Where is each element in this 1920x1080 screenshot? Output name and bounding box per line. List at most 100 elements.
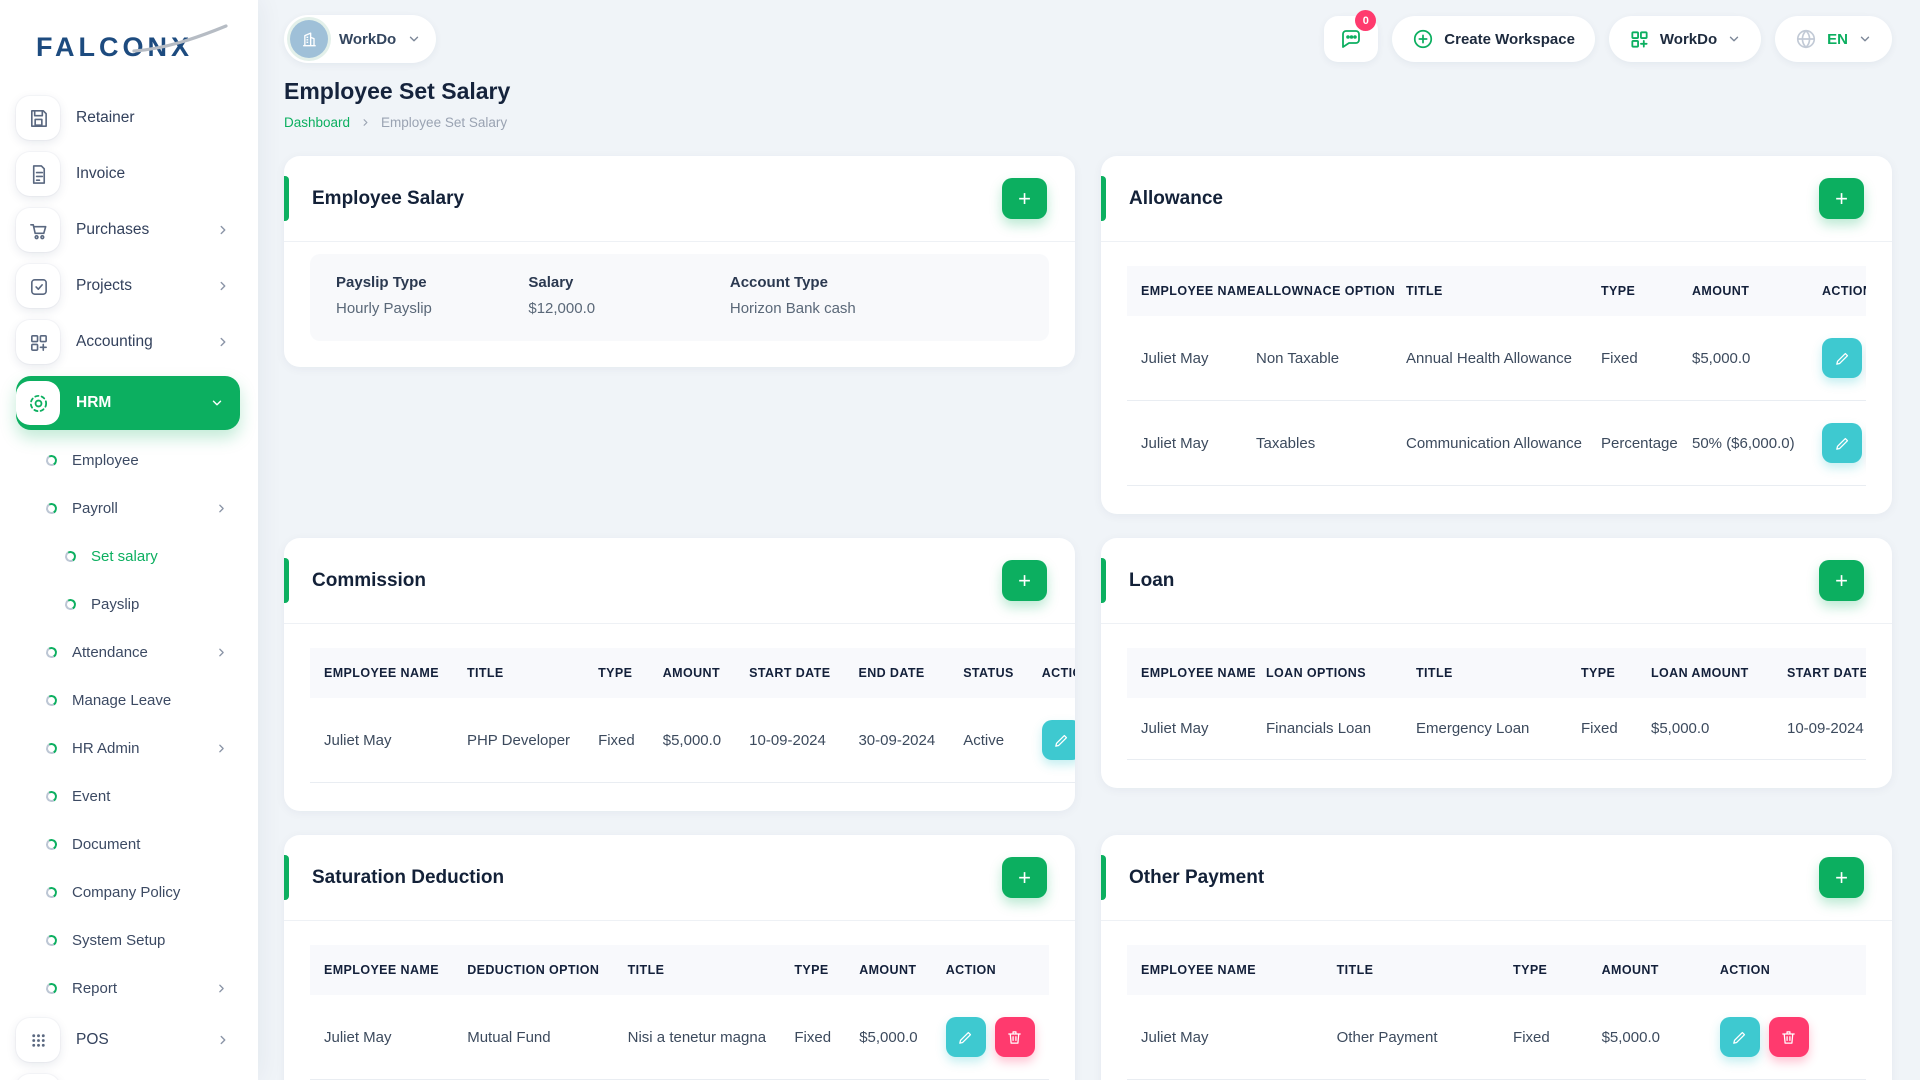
- edit-button[interactable]: [1720, 1017, 1760, 1057]
- sidebar-item-invoice[interactable]: Invoice: [16, 152, 240, 196]
- breadcrumb-dashboard-link[interactable]: Dashboard: [284, 115, 350, 130]
- table-header-row: EMPLOYEE NAME LOAN OPTIONS TITLE TYPE LO…: [1127, 648, 1866, 698]
- language-selector[interactable]: EN: [1775, 16, 1892, 62]
- table-row: Juliet May Financials Loan Emergency Loa…: [1127, 698, 1866, 760]
- sidebar-item-company-policy[interactable]: Company Policy: [16, 874, 240, 910]
- type-cell: Fixed: [584, 698, 649, 783]
- loan-table: EMPLOYEE NAME LOAN OPTIONS TITLE TYPE LO…: [1127, 648, 1866, 760]
- workdo-menu-button[interactable]: WorkDo: [1609, 16, 1761, 62]
- chevron-right-icon: [215, 742, 228, 755]
- sidebar-item-label: Retainer: [76, 109, 135, 127]
- brand-logo[interactable]: FALCONX: [36, 32, 226, 72]
- sidebar-nav: Retainer Invoice Purchases Projects: [0, 72, 258, 1080]
- bullet-icon: [64, 597, 77, 610]
- sidebar-item-event[interactable]: Event: [16, 778, 240, 814]
- sidebar-item-manage-leave[interactable]: Manage Leave: [16, 682, 240, 718]
- amount-cell: $5,000.0: [1588, 995, 1706, 1080]
- amount-cell: 50% ($6,000.0): [1678, 401, 1808, 486]
- amount-cell: $5,000.0: [1678, 316, 1808, 401]
- other-payment-table: EMPLOYEE NAME TITLE TYPE AMOUNT ACTION J…: [1127, 945, 1866, 1080]
- bullet-icon: [45, 789, 58, 802]
- sidebar-item-projects[interactable]: Projects: [16, 264, 240, 308]
- column-header: ACTION: [1028, 648, 1075, 698]
- column-header: TITLE: [614, 945, 781, 995]
- sidebar-item-attendance[interactable]: Attendance: [16, 634, 240, 670]
- sidebar-item-label: Employee: [72, 452, 139, 469]
- sidebar-item-payroll[interactable]: Payroll: [16, 490, 240, 526]
- column-header: EMPLOYEE NAME: [1127, 945, 1323, 995]
- sidebar-item-label: POS: [76, 1031, 109, 1049]
- employee-salary-card-header: Employee Salary +: [284, 156, 1075, 242]
- chevron-down-icon: [1858, 32, 1872, 46]
- start-date-cell: 10-09-2024: [735, 698, 844, 783]
- sidebar-item-label: Payslip: [91, 596, 139, 613]
- sidebar-item-crm[interactable]: CRM: [16, 1074, 240, 1080]
- add-employee-salary-button[interactable]: +: [1002, 178, 1047, 219]
- title-cell: Nisi a tenetur magna: [614, 995, 781, 1080]
- sidebar-item-accounting[interactable]: Accounting: [16, 320, 240, 364]
- add-other-payment-button[interactable]: +: [1819, 857, 1864, 898]
- type-cell: Percentage: [1587, 401, 1678, 486]
- employee-salary-card-body: Payslip Type Hourly Payslip Salary $12,0…: [284, 242, 1075, 367]
- sidebar-item-system-setup[interactable]: System Setup: [16, 922, 240, 958]
- pencil-icon: [1834, 350, 1851, 367]
- add-allowance-button[interactable]: +: [1819, 178, 1864, 219]
- check-square-icon: [16, 264, 60, 308]
- sidebar-item-employee[interactable]: Employee: [16, 442, 240, 478]
- sidebar-item-document[interactable]: Document: [16, 826, 240, 862]
- bullet-icon: [45, 693, 58, 706]
- chevron-right-icon: [216, 223, 230, 237]
- edit-button[interactable]: [1822, 338, 1862, 378]
- delete-button[interactable]: [995, 1017, 1035, 1057]
- column-header: ACTION: [1808, 266, 1866, 316]
- delete-button[interactable]: [1769, 1017, 1809, 1057]
- cards-grid: Employee Salary + Payslip Type Hourly Pa…: [284, 156, 1892, 1080]
- page-title: Employee Set Salary: [284, 78, 1892, 105]
- chevron-right-icon: [216, 279, 230, 293]
- column-header: TYPE: [780, 945, 845, 995]
- sidebar-item-report[interactable]: Report: [16, 970, 240, 1006]
- crm-frame-icon: [16, 1074, 60, 1080]
- bullet-icon: [45, 741, 58, 754]
- building-icon: [299, 29, 319, 49]
- title-cell: Emergency Loan: [1402, 698, 1567, 760]
- edit-button[interactable]: [946, 1017, 986, 1057]
- allowance-table-wrap: EMPLOYEE NAME ALLOWNACE OPTION TITLE TYP…: [1127, 266, 1866, 486]
- column-header: AMOUNT: [1588, 945, 1706, 995]
- row-actions: [1042, 720, 1075, 760]
- language-code: EN: [1827, 31, 1848, 48]
- plus-circle-icon: [1412, 28, 1434, 50]
- create-workspace-button[interactable]: Create Workspace: [1392, 16, 1595, 62]
- column-header: TITLE: [1392, 266, 1587, 316]
- card-title: Loan: [1129, 570, 1174, 592]
- messages-button[interactable]: 0: [1324, 16, 1378, 62]
- add-saturation-deduction-button[interactable]: +: [1002, 857, 1047, 898]
- sidebar-item-set-salary[interactable]: Set salary: [16, 538, 240, 574]
- sidebar-item-retainer[interactable]: Retainer: [16, 96, 240, 140]
- chevron-down-icon: [1727, 32, 1741, 46]
- add-loan-button[interactable]: +: [1819, 560, 1864, 601]
- add-commission-button[interactable]: +: [1002, 560, 1047, 601]
- sidebar-item-payslip[interactable]: Payslip: [16, 586, 240, 622]
- allowance-card: Allowance + EMPLOYEE NAME ALLOWNACE OPTI…: [1101, 156, 1892, 514]
- table-row: Juliet May Non Taxable Annual Health All…: [1127, 316, 1866, 401]
- table-row: Juliet May Taxables Communication Allowa…: [1127, 401, 1866, 486]
- bullet-icon: [64, 549, 77, 562]
- sidebar-item-hrm[interactable]: HRM: [16, 376, 240, 430]
- sidebar-item-purchases[interactable]: Purchases: [16, 208, 240, 252]
- edit-button[interactable]: [1822, 423, 1862, 463]
- row-actions: [1822, 423, 1866, 463]
- table-row: Juliet May PHP Developer Fixed $5,000.0 …: [310, 698, 1075, 783]
- breadcrumb-separator-icon: [360, 117, 371, 128]
- bullet-icon: [45, 453, 58, 466]
- pencil-icon: [1053, 732, 1070, 749]
- saturation-deduction-card: Saturation Deduction + EMPLOYEE NAME DED…: [284, 835, 1075, 1080]
- sidebar-item-pos[interactable]: POS: [16, 1018, 240, 1062]
- chevron-right-icon: [215, 982, 228, 995]
- sidebar-item-hr-admin[interactable]: HR Admin: [16, 730, 240, 766]
- employee-name-cell: Juliet May: [1127, 401, 1242, 486]
- column-header: TYPE: [1587, 266, 1678, 316]
- edit-button[interactable]: [1042, 720, 1075, 760]
- workspace-selector[interactable]: WorkDo: [284, 15, 436, 63]
- column-header: AMOUNT: [649, 648, 735, 698]
